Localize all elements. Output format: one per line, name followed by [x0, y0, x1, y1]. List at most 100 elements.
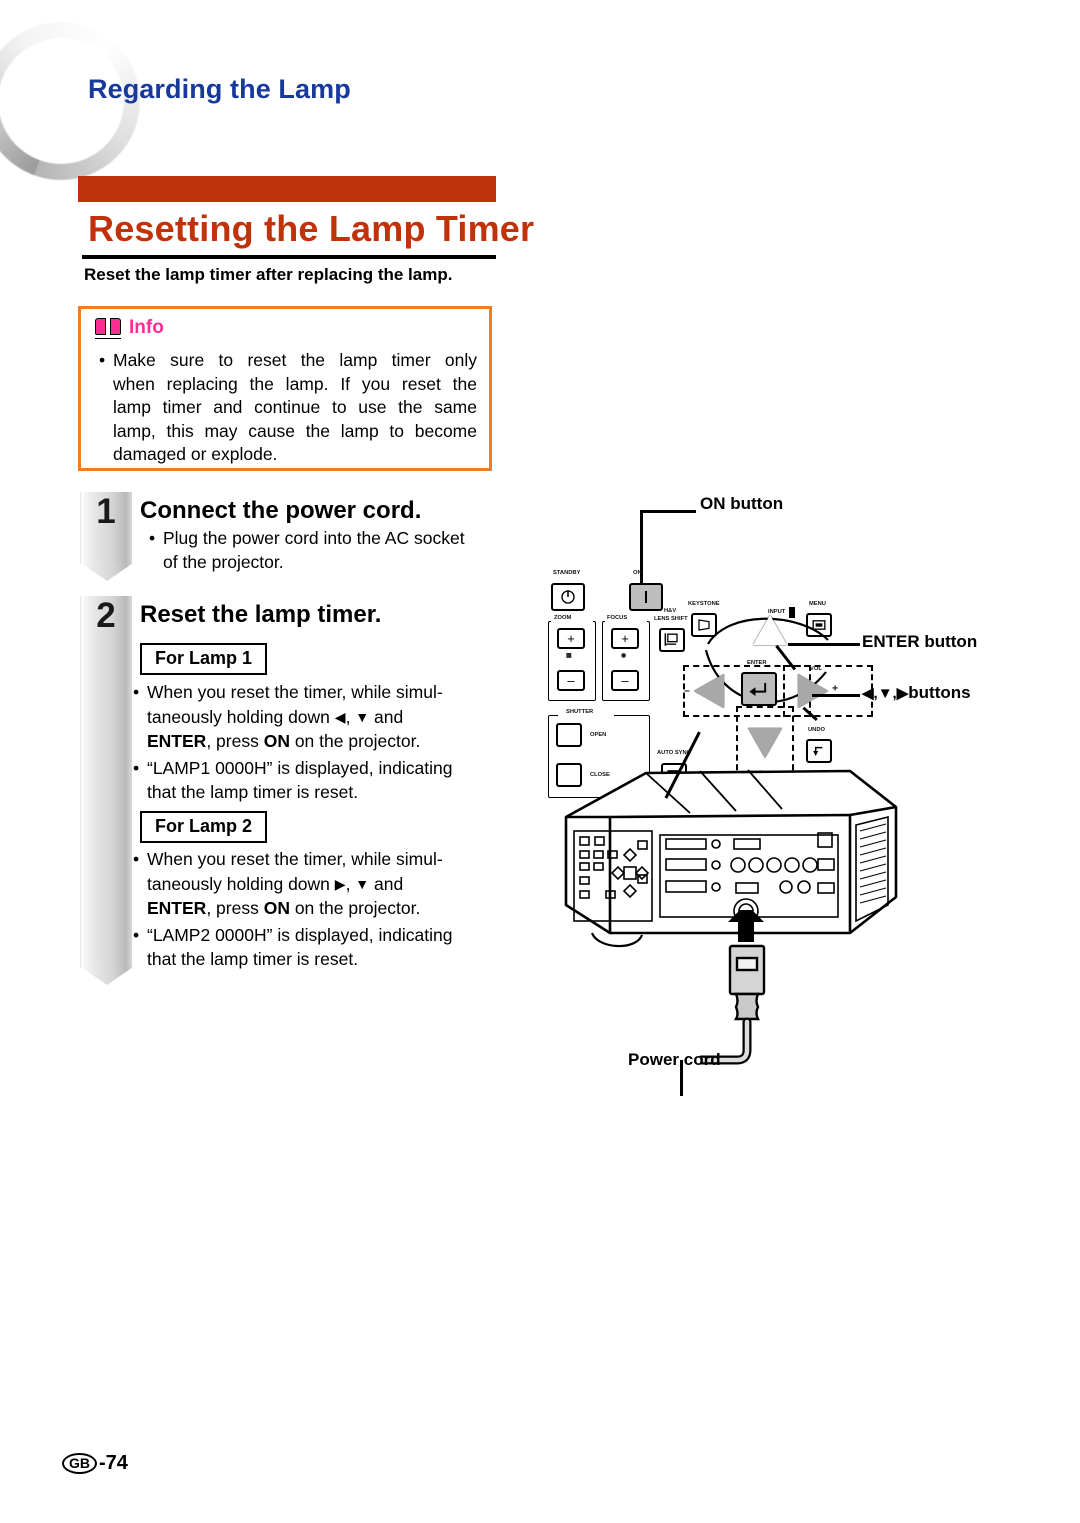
arrow-buttons-text: buttons — [908, 683, 971, 702]
focus-plus-button[interactable]: + — [611, 628, 639, 649]
label-menu: MENU — [809, 601, 826, 607]
info-line-5: damaged or explode. — [113, 444, 278, 464]
on-button[interactable] — [629, 583, 663, 611]
lens-shift-icon — [664, 633, 678, 646]
step-1-number: 1 — [96, 492, 116, 531]
for-lamp-2-tag: For Lamp 2 — [140, 811, 268, 843]
info-line-2: when replacing the lamp. If you reset th… — [113, 373, 477, 394]
enter-keyword: ENTER — [147, 898, 207, 918]
region-badge: GB — [62, 1453, 97, 1474]
label-standby: STANDBY — [553, 570, 581, 576]
section-title-bar — [78, 176, 496, 202]
down-arrow-button[interactable] — [748, 728, 782, 758]
enter-keyword: ENTER — [147, 731, 207, 751]
lamp1-item1-mid: , press — [206, 731, 264, 751]
lamp1-item1-line3: ENTER, press ON on the projector. — [147, 729, 482, 754]
for-lamp-1-tag: For Lamp 1 — [140, 643, 268, 675]
leader-line-on-v — [640, 510, 643, 590]
section-subtitle: Reset the lamp timer after replacing the… — [84, 265, 453, 284]
label-zoom: ZOOM — [554, 615, 572, 621]
lamp2-item1-sep: , — [345, 873, 356, 894]
left-arrow-icon: ◀ — [334, 708, 346, 725]
info-box: Info • Make sure to reset the lamp timer… — [78, 306, 492, 471]
label-hv: H&V — [664, 608, 677, 614]
lamp2-item2-line2: that the lamp timer is reset. — [147, 949, 359, 969]
for-lamp-1-body: • When you reset the timer, while simul-… — [132, 680, 482, 807]
power-icon — [561, 590, 575, 604]
lamp2-item1-line2: taneously holding down ▶, ▼ and — [147, 872, 482, 897]
info-line-1: Make sure to reset the lamp timer only — [113, 350, 477, 370]
focus-minus-button[interactable]: – — [611, 670, 639, 691]
standby-button[interactable] — [551, 583, 585, 611]
info-line-4: lamp, this may cause the lamp to become — [113, 420, 477, 441]
lamp1-item1-line1: When you reset the timer, while simul- — [147, 682, 443, 702]
lamp1-item2-line1: “LAMP1 0000H” is displayed, indicating — [147, 757, 453, 778]
lamp1-item1-and: and — [369, 706, 404, 727]
step-1-body: • Plug the power cord into the AC socket… — [148, 527, 496, 576]
callout-arrow-buttons: ◀,▼,▶ buttons — [862, 683, 971, 703]
lamp2-item1-mid: , press — [206, 898, 264, 918]
label-shutter: SHUTTER — [566, 709, 594, 715]
leader-arrows-h — [812, 694, 860, 697]
up-arrow-button[interactable] — [753, 615, 787, 645]
lamp1-item1-line2: taneously holding down ◀, ▼ and — [147, 705, 482, 730]
highlight-box-right — [783, 665, 873, 717]
label-lens-shift: LENS SHIFT — [654, 616, 688, 622]
lamp2-item2-line1: “LAMP2 0000H” is displayed, indicating — [147, 924, 453, 945]
lamp2-item1-line3: ENTER, press ON on the projector. — [147, 896, 482, 921]
zoom-icon: ▦ — [566, 652, 572, 659]
left-arrow-button[interactable] — [694, 674, 724, 708]
page-footer: GB -74 — [62, 1452, 128, 1475]
projector-diagram: ON button STANDBY ON ZOOM + ▦ – FOCUS + … — [540, 480, 1070, 1100]
on-keyword: ON — [263, 898, 290, 918]
section-title: Resetting the Lamp Timer — [88, 208, 535, 249]
info-label: Info — [129, 317, 164, 338]
list-item: • When you reset the timer, while simul-… — [132, 680, 482, 754]
down-arrow-icon: ▼ — [355, 708, 370, 725]
leader-enter-h — [788, 643, 860, 646]
lamp1-item1-sep: , — [345, 706, 356, 727]
label-keystone: KEYSTONE — [688, 601, 720, 607]
lamp1-item1-end: on the projector. — [289, 731, 421, 751]
list-bullet: • — [133, 682, 140, 702]
section-title-rule — [82, 255, 496, 259]
step-2-title: Reset the lamp timer. — [140, 601, 382, 628]
enter-arrow-icon — [749, 682, 767, 697]
power-cord-illustration — [700, 910, 766, 1065]
label-undo: UNDO — [808, 727, 825, 733]
info-header: Info — [95, 317, 164, 339]
down-arrow-icon: ▼ — [355, 875, 370, 892]
lens-shift-button[interactable] — [659, 628, 685, 652]
list-bullet: • — [149, 528, 156, 548]
lamp2-item1-and: and — [369, 873, 404, 894]
callout-enter-button: ENTER button — [862, 632, 978, 651]
list-item: • Plug the power cord into the AC socket… — [148, 527, 496, 574]
lamp1-item1-line2-text: taneously holding down — [147, 706, 335, 727]
label-vol: VOL — [810, 666, 822, 672]
zoom-plus-button[interactable]: + — [557, 628, 585, 649]
step-1-title: Connect the power cord. — [140, 497, 422, 524]
list-item: • “LAMP1 0000H” is displayed, indicating… — [132, 756, 482, 805]
lamp2-item1-line1: When you reset the timer, while simul- — [147, 849, 443, 869]
step-2-number: 2 — [96, 596, 116, 635]
list-bullet: • — [133, 757, 140, 778]
right-arrow-button[interactable] — [798, 674, 828, 708]
page-running-header: Regarding the Lamp — [88, 74, 351, 104]
lamp2-item1-line2-text: taneously holding down — [147, 873, 335, 894]
right-arrow-icon: ▶ — [334, 875, 346, 892]
info-body: • Make sure to reset the lamp timer only… — [99, 349, 477, 467]
enter-button[interactable] — [741, 672, 777, 706]
power-on-icon — [644, 591, 648, 603]
callout-power-cord: Power cord — [628, 1050, 721, 1069]
focus-icon: ◉ — [621, 652, 627, 659]
label-focus: FOCUS — [607, 615, 628, 621]
zoom-minus-button[interactable]: – — [557, 670, 585, 691]
open-book-icon — [95, 317, 121, 339]
info-line-3: lamp timer and continue to use the same — [113, 397, 477, 417]
lamp1-item2-line2: that the lamp timer is reset. — [147, 782, 359, 802]
info-bullet: • — [99, 350, 106, 370]
step-1-line-2: of the projector. — [163, 551, 284, 572]
leader-line-on-h — [640, 510, 696, 513]
vol-minus-label: – — [684, 685, 690, 697]
shutter-open-button[interactable] — [556, 723, 582, 747]
